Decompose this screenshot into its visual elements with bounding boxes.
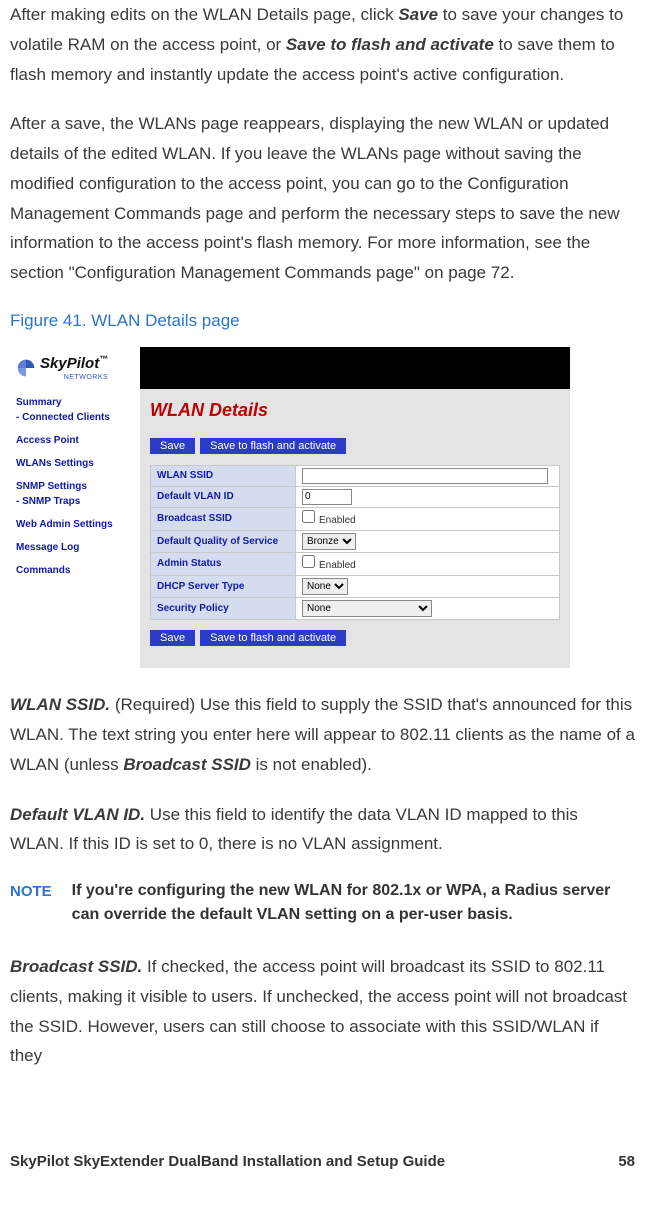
main-panel: WLAN Details Save Save to flash and acti… bbox=[140, 389, 570, 668]
field-desc-wlan-ssid: WLAN SSID. (Required) Use this field to … bbox=[10, 690, 635, 779]
save-button-bottom[interactable]: Save bbox=[150, 630, 195, 646]
nav-web-admin[interactable]: Web Admin Settings bbox=[16, 517, 134, 532]
header-black-bar bbox=[140, 347, 570, 389]
input-wlan-ssid[interactable] bbox=[302, 468, 548, 484]
footer-title: SkyPilot SkyExtender DualBand Installati… bbox=[10, 1151, 445, 1174]
note-body: If you're configuring the new WLAN for 8… bbox=[72, 879, 635, 927]
panel-title: WLAN Details bbox=[150, 397, 560, 424]
paragraph-after-save: After a save, the WLANs page reappears, … bbox=[10, 109, 635, 288]
text: is not enabled). bbox=[251, 755, 372, 774]
checkbox-broadcast-ssid[interactable] bbox=[302, 510, 315, 523]
nav-snmp-traps[interactable]: - SNMP Traps bbox=[16, 494, 134, 509]
field-desc-default-vlan: Default VLAN ID. Use this field to ident… bbox=[10, 800, 635, 860]
input-default-vlan[interactable] bbox=[302, 489, 352, 505]
nav-commands[interactable]: Commands bbox=[16, 563, 134, 578]
logo-area: SkyPilot™ NETWORKS bbox=[10, 347, 140, 389]
save-button-top[interactable]: Save bbox=[150, 438, 195, 454]
label-default-qos: Default Quality of Service bbox=[151, 530, 296, 552]
term-broadcast-ssid-inline: Broadcast SSID bbox=[123, 755, 251, 774]
save-flash-button-top[interactable]: Save to flash and activate bbox=[200, 438, 346, 454]
sidebar-nav: Summary - Connected Clients Access Point… bbox=[10, 389, 140, 668]
text: After making edits on the WLAN Details p… bbox=[10, 5, 398, 24]
term-broadcast-ssid: Broadcast SSID. bbox=[10, 957, 142, 976]
term-wlan-ssid: WLAN SSID. bbox=[10, 695, 110, 714]
wlan-details-screenshot: SkyPilot™ NETWORKS Summary - Connected C… bbox=[10, 347, 570, 668]
label-enabled-2: Enabled bbox=[319, 560, 356, 571]
field-desc-broadcast-ssid: Broadcast SSID. If checked, the access p… bbox=[10, 952, 635, 1071]
nav-access-point[interactable]: Access Point bbox=[16, 433, 134, 448]
button-row-bottom: Save Save to flash and activate bbox=[150, 630, 560, 647]
nav-message-log[interactable]: Message Log bbox=[16, 540, 134, 555]
checkbox-admin-status[interactable] bbox=[302, 555, 315, 568]
label-default-vlan: Default VLAN ID bbox=[151, 486, 296, 507]
footer-page-number: 58 bbox=[618, 1151, 635, 1174]
label-admin-status: Admin Status bbox=[151, 552, 296, 575]
wlan-form-table: WLAN SSID Default VLAN ID Broadcast SSID… bbox=[150, 465, 560, 620]
label-broadcast-ssid: Broadcast SSID bbox=[151, 507, 296, 530]
figure-caption: Figure 41. WLAN Details page bbox=[10, 308, 635, 334]
nav-summary[interactable]: Summary bbox=[16, 395, 134, 410]
paragraph-intro-save: After making edits on the WLAN Details p… bbox=[10, 0, 635, 89]
button-row-top: Save Save to flash and activate bbox=[150, 438, 560, 455]
skypilot-icon bbox=[16, 358, 36, 378]
logo-text: SkyPilot™ bbox=[40, 355, 108, 372]
page-footer: SkyPilot SkyExtender DualBand Installati… bbox=[10, 1151, 635, 1174]
select-dhcp-type[interactable]: None bbox=[302, 578, 348, 595]
note-block: NOTE If you're configuring the new WLAN … bbox=[10, 879, 635, 927]
nav-connected-clients[interactable]: - Connected Clients bbox=[16, 410, 134, 425]
select-default-qos[interactable]: Bronze bbox=[302, 533, 356, 550]
note-label: NOTE bbox=[10, 879, 52, 927]
keyword-save-flash: Save to flash and activate bbox=[286, 35, 494, 54]
label-enabled: Enabled bbox=[319, 515, 356, 526]
nav-wlans-settings[interactable]: WLANs Settings bbox=[16, 456, 134, 471]
label-dhcp-type: DHCP Server Type bbox=[151, 575, 296, 597]
label-wlan-ssid: WLAN SSID bbox=[151, 465, 296, 486]
label-security-policy: Security Policy bbox=[151, 597, 296, 619]
term-default-vlan: Default VLAN ID. bbox=[10, 805, 145, 824]
nav-snmp-settings[interactable]: SNMP Settings bbox=[16, 479, 134, 494]
select-security-policy[interactable]: None bbox=[302, 600, 432, 617]
keyword-save: Save bbox=[398, 5, 438, 24]
logo-subtext: NETWORKS bbox=[40, 373, 108, 384]
save-flash-button-bottom[interactable]: Save to flash and activate bbox=[200, 630, 346, 646]
